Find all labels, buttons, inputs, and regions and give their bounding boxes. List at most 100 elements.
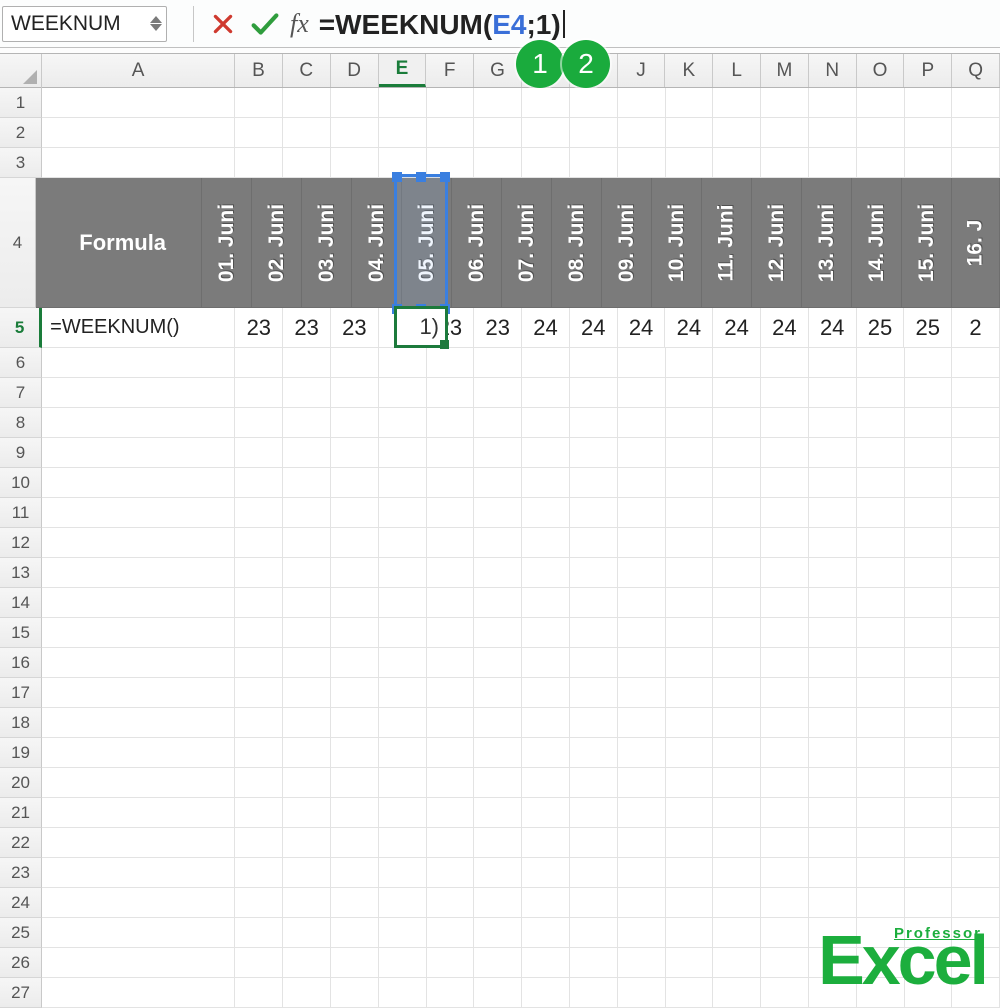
cell-D10[interactable] <box>331 468 379 498</box>
column-header-o[interactable]: O <box>857 54 905 87</box>
cell-J24[interactable] <box>618 888 666 918</box>
cell-F17[interactable] <box>427 678 475 708</box>
cell-I17[interactable] <box>570 678 618 708</box>
cell-F20[interactable] <box>427 768 475 798</box>
cell-B22[interactable] <box>235 828 283 858</box>
cell-H14[interactable] <box>522 588 570 618</box>
cell-G26[interactable] <box>474 948 522 978</box>
cell-C8[interactable] <box>283 408 331 438</box>
cell-N2[interactable] <box>809 118 857 148</box>
cell-D26[interactable] <box>331 948 379 978</box>
cell-N19[interactable] <box>809 738 857 768</box>
cell-N24[interactable] <box>809 888 857 918</box>
cell-C27[interactable] <box>283 978 331 1008</box>
cell-N8[interactable] <box>809 408 857 438</box>
cell-O13[interactable] <box>857 558 905 588</box>
cell-L14[interactable] <box>713 588 761 618</box>
cell-N13[interactable] <box>809 558 857 588</box>
row-header-22[interactable]: 22 <box>0 828 42 858</box>
cell-M15[interactable] <box>761 618 809 648</box>
cell-P15[interactable] <box>905 618 953 648</box>
cell-A4[interactable]: Formula <box>36 178 202 308</box>
cell-Q6[interactable] <box>952 348 1000 378</box>
cell-G1[interactable] <box>474 88 522 118</box>
column-header-b[interactable]: B <box>235 54 283 87</box>
cell-Q1[interactable] <box>952 88 1000 118</box>
cell-C2[interactable] <box>283 118 331 148</box>
cell-K7[interactable] <box>666 378 714 408</box>
cell-L7[interactable] <box>713 378 761 408</box>
cell-B20[interactable] <box>235 768 283 798</box>
cell-B11[interactable] <box>235 498 283 528</box>
cell-G6[interactable] <box>474 348 522 378</box>
cell-J7[interactable] <box>618 378 666 408</box>
cell-K6[interactable] <box>666 348 714 378</box>
cell-E23[interactable] <box>379 858 427 888</box>
cell-D12[interactable] <box>331 528 379 558</box>
cell-P7[interactable] <box>905 378 953 408</box>
cell-D23[interactable] <box>331 858 379 888</box>
cell-E20[interactable] <box>379 768 427 798</box>
cell-N11[interactable] <box>809 498 857 528</box>
cell-J22[interactable] <box>618 828 666 858</box>
cell-K16[interactable] <box>666 648 714 678</box>
cell-I21[interactable] <box>570 798 618 828</box>
cell-K21[interactable] <box>666 798 714 828</box>
cell-H21[interactable] <box>522 798 570 828</box>
cell-M8[interactable] <box>761 408 809 438</box>
cell-D1[interactable] <box>331 88 379 118</box>
cell-I1[interactable] <box>570 88 618 118</box>
cell-E12[interactable] <box>379 528 427 558</box>
cell-L22[interactable] <box>713 828 761 858</box>
cell-E25[interactable] <box>379 918 427 948</box>
cell-E1[interactable] <box>379 88 427 118</box>
cell-I25[interactable] <box>570 918 618 948</box>
row-header-7[interactable]: 7 <box>0 378 42 408</box>
cell-G14[interactable] <box>474 588 522 618</box>
cell-A22[interactable] <box>42 828 235 858</box>
cell-F11[interactable] <box>427 498 475 528</box>
cell-D14[interactable] <box>331 588 379 618</box>
cell-M2[interactable] <box>761 118 809 148</box>
cell-J18[interactable] <box>618 708 666 738</box>
cell-Q10[interactable] <box>952 468 1000 498</box>
cell-L24[interactable] <box>713 888 761 918</box>
cell-G4[interactable]: 06. Juni <box>452 178 502 308</box>
column-header-e[interactable]: E <box>379 54 427 87</box>
cell-I6[interactable] <box>570 348 618 378</box>
cell-E9[interactable] <box>379 438 427 468</box>
chevron-up-icon[interactable] <box>150 16 162 23</box>
cell-J2[interactable] <box>618 118 666 148</box>
cell-Q16[interactable] <box>952 648 1000 678</box>
cell-N17[interactable] <box>809 678 857 708</box>
row-header-10[interactable]: 10 <box>0 468 42 498</box>
cell-F13[interactable] <box>427 558 475 588</box>
cell-M3[interactable] <box>761 148 809 178</box>
cell-A10[interactable] <box>42 468 235 498</box>
column-header-j[interactable]: J <box>618 54 666 87</box>
cell-G9[interactable] <box>474 438 522 468</box>
cell-A18[interactable] <box>42 708 235 738</box>
select-all-cell[interactable] <box>0 54 42 88</box>
cell-N15[interactable] <box>809 618 857 648</box>
cell-G21[interactable] <box>474 798 522 828</box>
row-header-26[interactable]: 26 <box>0 948 42 978</box>
cell-P8[interactable] <box>905 408 953 438</box>
cell-H26[interactable] <box>522 948 570 978</box>
cell-Q15[interactable] <box>952 618 1000 648</box>
row-header-1[interactable]: 1 <box>0 88 42 118</box>
cell-L10[interactable] <box>713 468 761 498</box>
cell-B2[interactable] <box>235 118 283 148</box>
row-header-18[interactable]: 18 <box>0 708 42 738</box>
column-header-d[interactable]: D <box>331 54 379 87</box>
cell-F15[interactable] <box>427 618 475 648</box>
row-header-16[interactable]: 16 <box>0 648 42 678</box>
cell-H13[interactable] <box>522 558 570 588</box>
cell-C24[interactable] <box>283 888 331 918</box>
cell-J12[interactable] <box>618 528 666 558</box>
cell-P24[interactable] <box>905 888 953 918</box>
cell-H25[interactable] <box>522 918 570 948</box>
row-header-8[interactable]: 8 <box>0 408 42 438</box>
cell-G13[interactable] <box>474 558 522 588</box>
cell-D16[interactable] <box>331 648 379 678</box>
